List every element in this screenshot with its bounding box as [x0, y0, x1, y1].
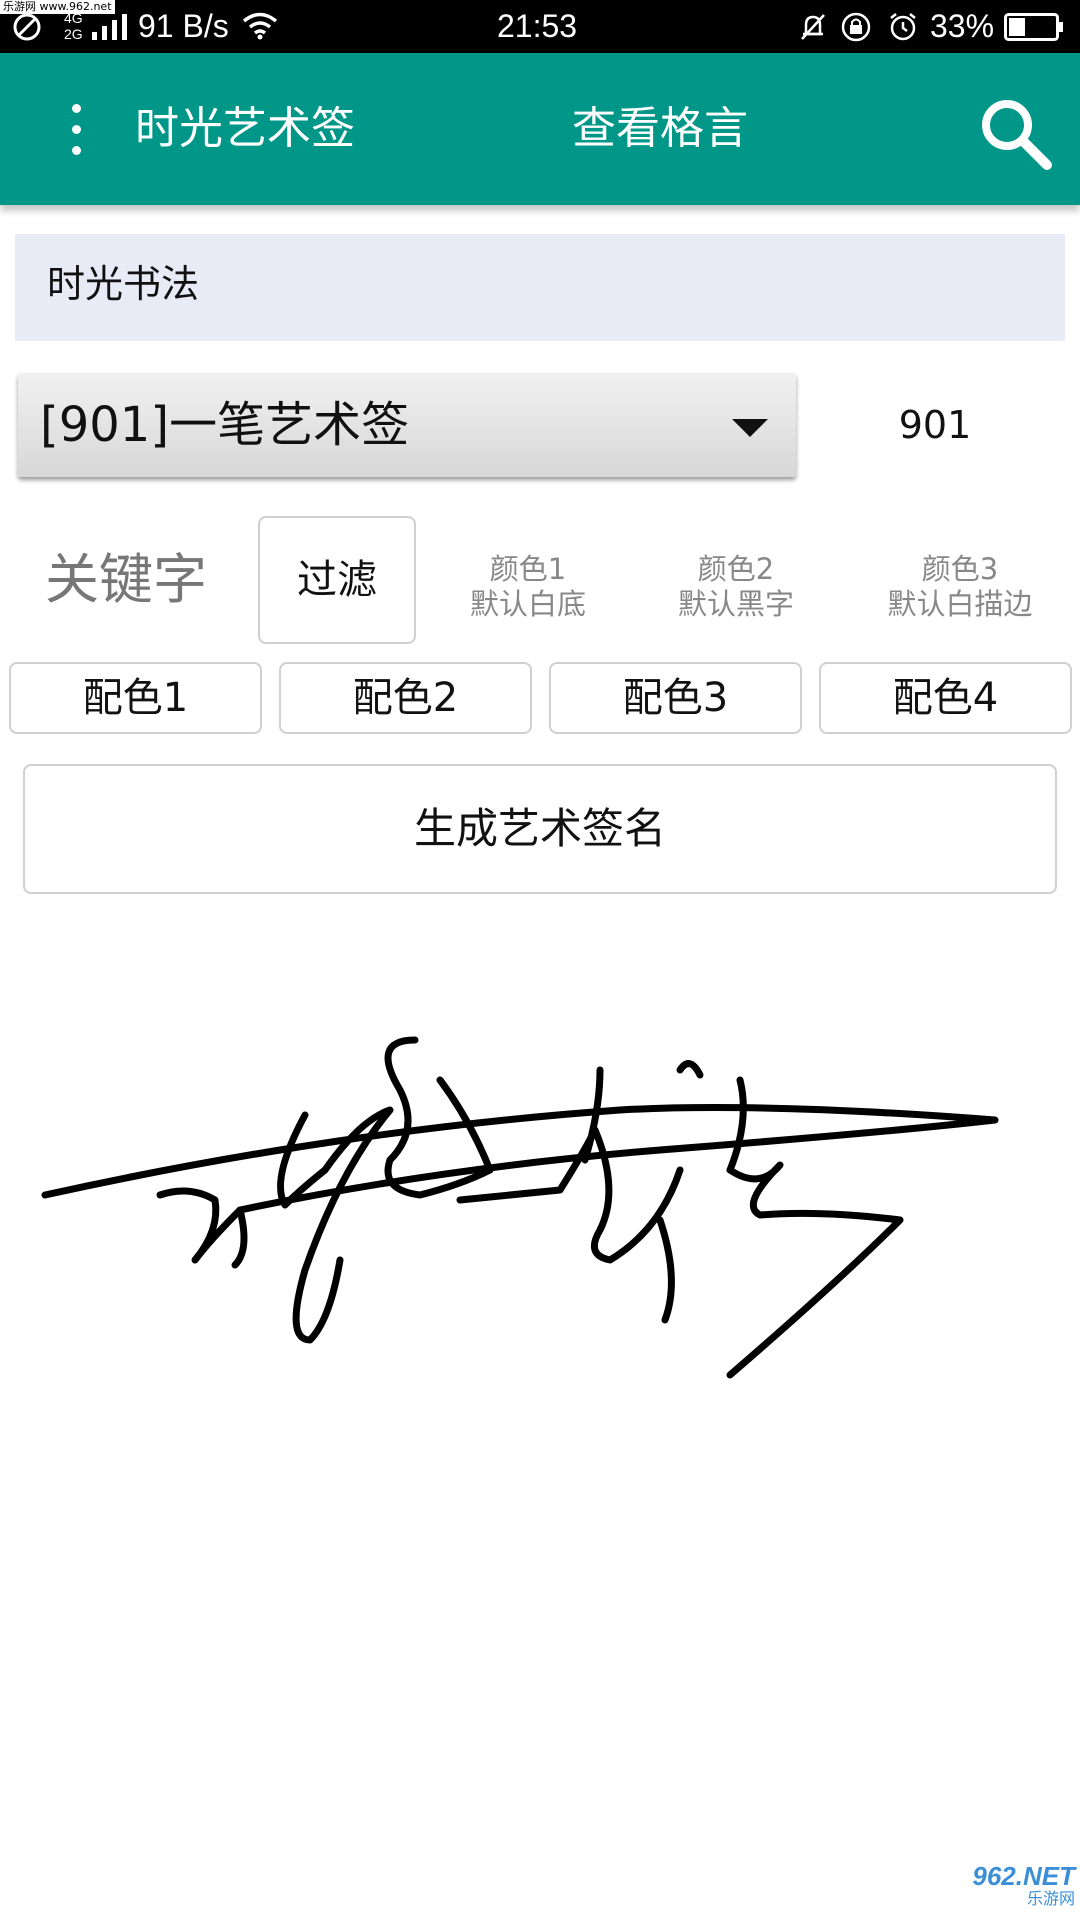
color2-label: 颜色2	[697, 552, 775, 586]
color3-label: 颜色3	[921, 552, 999, 586]
corner-logo: 962.NET 乐游网	[940, 1862, 1075, 1914]
network-type: 4G 2G	[64, 10, 83, 42]
view-aphorism-button[interactable]: 查看格言	[572, 53, 748, 205]
scheme1-button[interactable]: 配色1	[9, 662, 262, 734]
signature-image	[41, 1036, 999, 1379]
app-bar: 时光艺术签 查看格言	[0, 53, 1080, 205]
clock: 21:53	[497, 8, 578, 44]
style-code: 901	[898, 403, 972, 447]
overflow-menu-icon[interactable]	[40, 89, 110, 169]
spinner-selected-value: [901]一笔艺术签	[40, 397, 410, 453]
color1-default: 默认白底	[469, 587, 586, 621]
filter-button[interactable]: 过滤	[258, 516, 416, 644]
wifi-icon	[242, 12, 278, 40]
color3-default: 默认白描边	[887, 587, 1033, 621]
section-header: 时光书法	[15, 234, 1065, 341]
battery-icon	[1004, 13, 1063, 41]
keyword-label: 关键字	[45, 548, 207, 611]
search-icon[interactable]	[975, 93, 1055, 173]
generate-signature-button[interactable]: 生成艺术签名	[23, 764, 1057, 894]
app-title: 时光艺术签	[135, 103, 355, 154]
color2-option[interactable]: 颜色2 默认黑字	[656, 552, 816, 622]
corner-logo-sub: 乐游网	[1026, 1889, 1075, 1908]
mute-icon	[801, 14, 825, 40]
style-spinner[interactable]: [901]一笔艺术签	[18, 373, 796, 477]
color1-label: 颜色1	[489, 552, 567, 586]
color2-default: 默认黑字	[677, 587, 794, 621]
dnd-icon	[13, 13, 41, 41]
scheme2-button[interactable]: 配色2	[279, 662, 532, 734]
dropdown-arrow-icon	[732, 419, 768, 437]
alarm-icon	[890, 13, 916, 41]
color1-option[interactable]: 颜色1 默认白底	[448, 552, 608, 622]
color3-option[interactable]: 颜色3 默认白描边	[870, 552, 1050, 622]
section-title: 时光书法	[47, 262, 200, 306]
signal-icon	[92, 14, 127, 40]
scheme3-button[interactable]: 配色3	[549, 662, 802, 734]
status-bar: 乐游网 www.962.net 4G 2G 91 B/s 21:53 33%	[0, 0, 1080, 53]
scheme4-button[interactable]: 配色4	[819, 662, 1072, 734]
lock-rotation-icon	[841, 12, 871, 42]
corner-logo-main: 962.NET	[972, 1861, 1075, 1891]
battery-percent: 33%	[930, 8, 995, 44]
network-speed: 91 B/s	[138, 8, 229, 44]
